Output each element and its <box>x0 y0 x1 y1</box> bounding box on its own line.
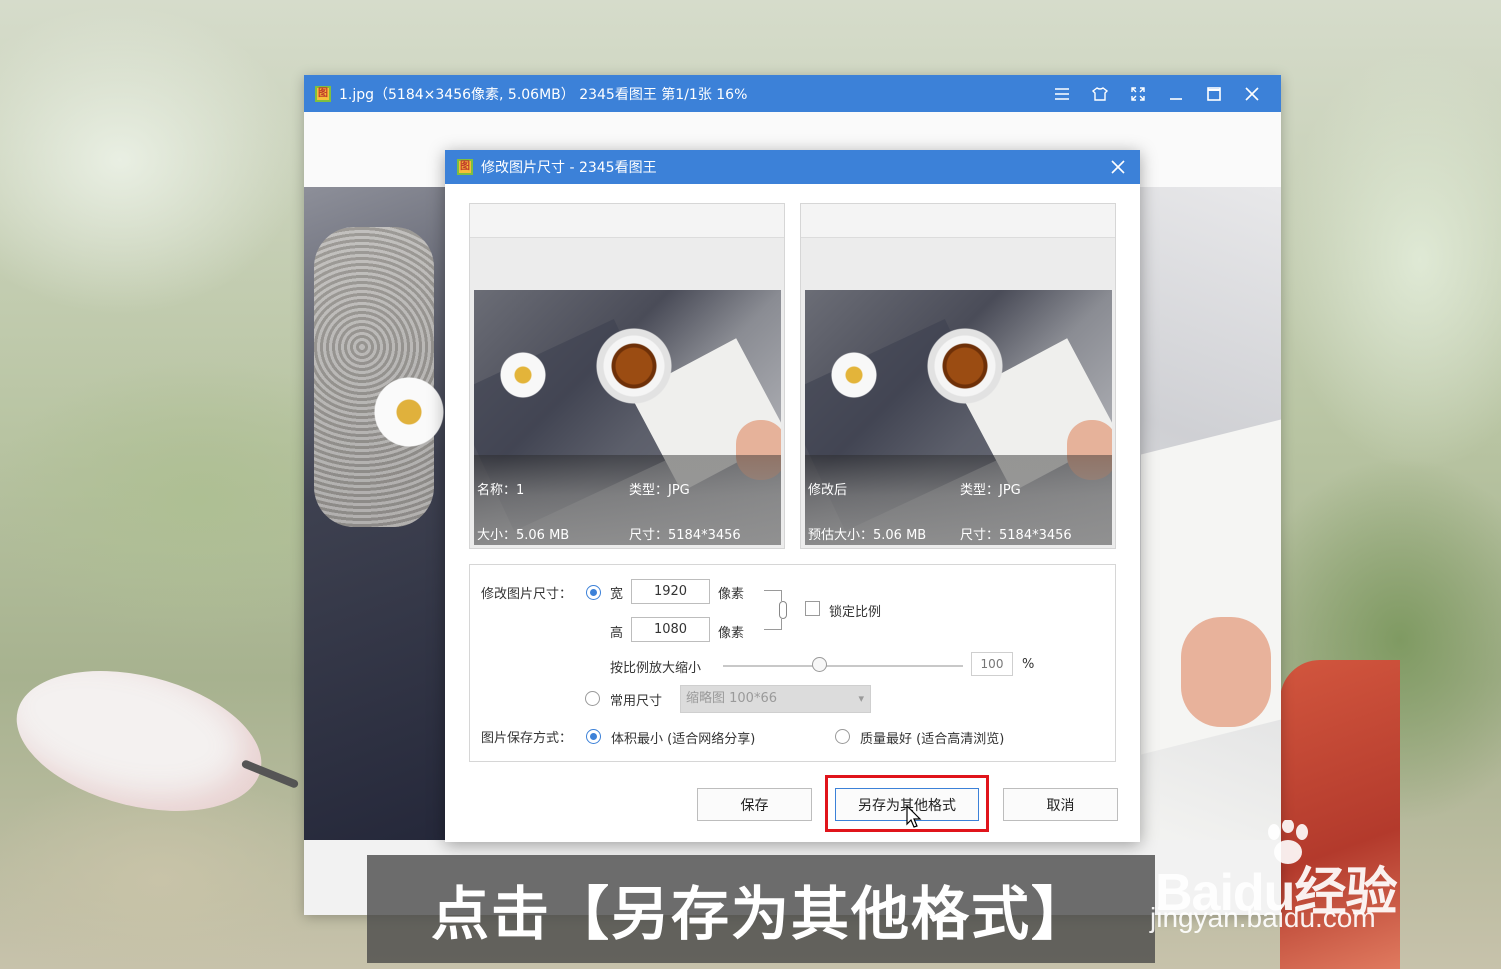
resize-label: 修改图片尺寸： <box>481 587 573 602</box>
resize-radio[interactable] <box>586 585 601 600</box>
modified-thumbnail: 修改后 类型：JPG 预估大小：5.06 MB 尺寸：5184*3456 <box>805 290 1112 545</box>
modified-info-overlay: 修改后 类型：JPG 预估大小：5.06 MB 尺寸：5184*3456 <box>805 455 1112 545</box>
thumb-teacup <box>927 328 1003 404</box>
caption-banner: 点击【另存为其他格式】 <box>367 855 1155 963</box>
minimize-icon[interactable] <box>1157 75 1195 112</box>
photo-daisy <box>374 377 444 447</box>
background-fan <box>1 647 277 835</box>
modified-dimensions: 尺寸：5184*3456 <box>960 528 1072 543</box>
original-name: 名称：1 <box>477 483 525 498</box>
viewer-title: 1.jpg（5184×3456像素, 5.06MB） 2345看图王 第1/1张… <box>339 86 748 103</box>
lock-ratio-label: 锁定比例 <box>829 605 882 620</box>
common-size-value: 缩略图 100*66 <box>686 691 777 706</box>
lock-ratio-checkbox[interactable] <box>805 601 820 616</box>
height-label: 高 <box>610 626 624 641</box>
app-logo-icon: 图 <box>315 85 331 102</box>
modified-size: 预估大小：5.06 MB <box>808 528 927 543</box>
preview-header <box>801 204 1115 238</box>
original-size: 大小：5.06 MB <box>477 528 570 543</box>
height-unit: 像素 <box>718 626 745 641</box>
chain-link-icon[interactable] <box>779 601 787 619</box>
fullscreen-icon[interactable] <box>1119 75 1157 112</box>
photo-right-edge <box>1140 187 1281 840</box>
modified-type: 类型：JPG <box>960 483 1021 498</box>
preview-header <box>470 204 784 238</box>
caption-text: 点击【另存为其他格式】 <box>430 880 1091 948</box>
cancel-button[interactable]: 取消 <box>1003 788 1118 821</box>
menu-icon[interactable] <box>1043 75 1081 112</box>
common-size-radio[interactable] <box>585 691 600 706</box>
save-mode-label: 图片保存方式： <box>481 731 573 746</box>
common-size-label: 常用尺寸 <box>610 694 663 709</box>
dialog-close-icon[interactable] <box>1096 150 1140 184</box>
thumb-teacup <box>596 328 672 404</box>
height-input[interactable] <box>631 617 710 642</box>
link-bracket-bottom <box>764 619 782 630</box>
scale-slider-thumb[interactable] <box>812 657 827 672</box>
thumb-daisy <box>500 352 546 398</box>
width-unit: 像素 <box>718 587 745 602</box>
scale-slider-track[interactable] <box>723 665 963 667</box>
save-mode-quality-radio[interactable] <box>835 729 850 744</box>
skin-icon[interactable] <box>1081 75 1119 112</box>
thumb-daisy <box>831 352 877 398</box>
modified-preview: 修改后 类型：JPG 预估大小：5.06 MB 尺寸：5184*3456 <box>800 203 1116 549</box>
close-icon[interactable] <box>1233 75 1271 112</box>
link-bracket-top <box>764 590 782 601</box>
photo-left-edge <box>304 187 445 840</box>
scale-unit: % <box>1022 657 1035 672</box>
dialog-titlebar[interactable]: 图 修改图片尺寸 - 2345看图王 <box>445 150 1140 184</box>
original-preview: 名称：1 类型：JPG 大小：5.06 MB 尺寸：5184*3456 <box>469 203 785 549</box>
modified-name: 修改后 <box>808 483 848 498</box>
dialog-logo-icon: 图 <box>457 159 473 175</box>
chevron-down-icon: ▾ <box>858 692 864 705</box>
save-mode-small-radio[interactable] <box>586 729 601 744</box>
watermark-url: jingyan.baidu.com <box>1150 902 1376 933</box>
save-button[interactable]: 保存 <box>697 788 812 821</box>
scale-label: 按比例放大缩小 <box>610 661 702 676</box>
window-controls <box>1043 75 1271 112</box>
settings-panel: 修改图片尺寸： 宽 像素 高 像素 锁定比例 按比例放大缩小 100 % 常用尺… <box>469 564 1116 762</box>
viewer-titlebar[interactable]: 图 1.jpg（5184×3456像素, 5.06MB） 2345看图王 第1/… <box>304 75 1281 112</box>
original-dimensions: 尺寸：5184*3456 <box>629 528 741 543</box>
resize-dialog: 图 修改图片尺寸 - 2345看图王 名称：1 类型：JPG 大小：5.06 M… <box>445 150 1140 842</box>
original-type: 类型：JPG <box>629 483 690 498</box>
original-info-overlay: 名称：1 类型：JPG 大小：5.06 MB 尺寸：5184*3456 <box>474 455 781 545</box>
width-input[interactable] <box>631 579 710 604</box>
baidu-watermark: Baidu经验 jingyan.baidu.com <box>1150 820 1450 940</box>
photo-hand <box>1181 617 1271 727</box>
save-mode-quality-label: 质量最好 (适合高清浏览) <box>860 732 1005 747</box>
scale-input[interactable]: 100 <box>971 652 1013 676</box>
maximize-icon[interactable] <box>1195 75 1233 112</box>
common-size-select[interactable]: 缩略图 100*66 ▾ <box>680 685 871 713</box>
original-thumbnail: 名称：1 类型：JPG 大小：5.06 MB 尺寸：5184*3456 <box>474 290 781 545</box>
dialog-title: 修改图片尺寸 - 2345看图王 <box>481 160 657 176</box>
save-mode-small-label: 体积最小 (适合网络分享) <box>611 732 756 747</box>
width-label: 宽 <box>610 587 624 602</box>
